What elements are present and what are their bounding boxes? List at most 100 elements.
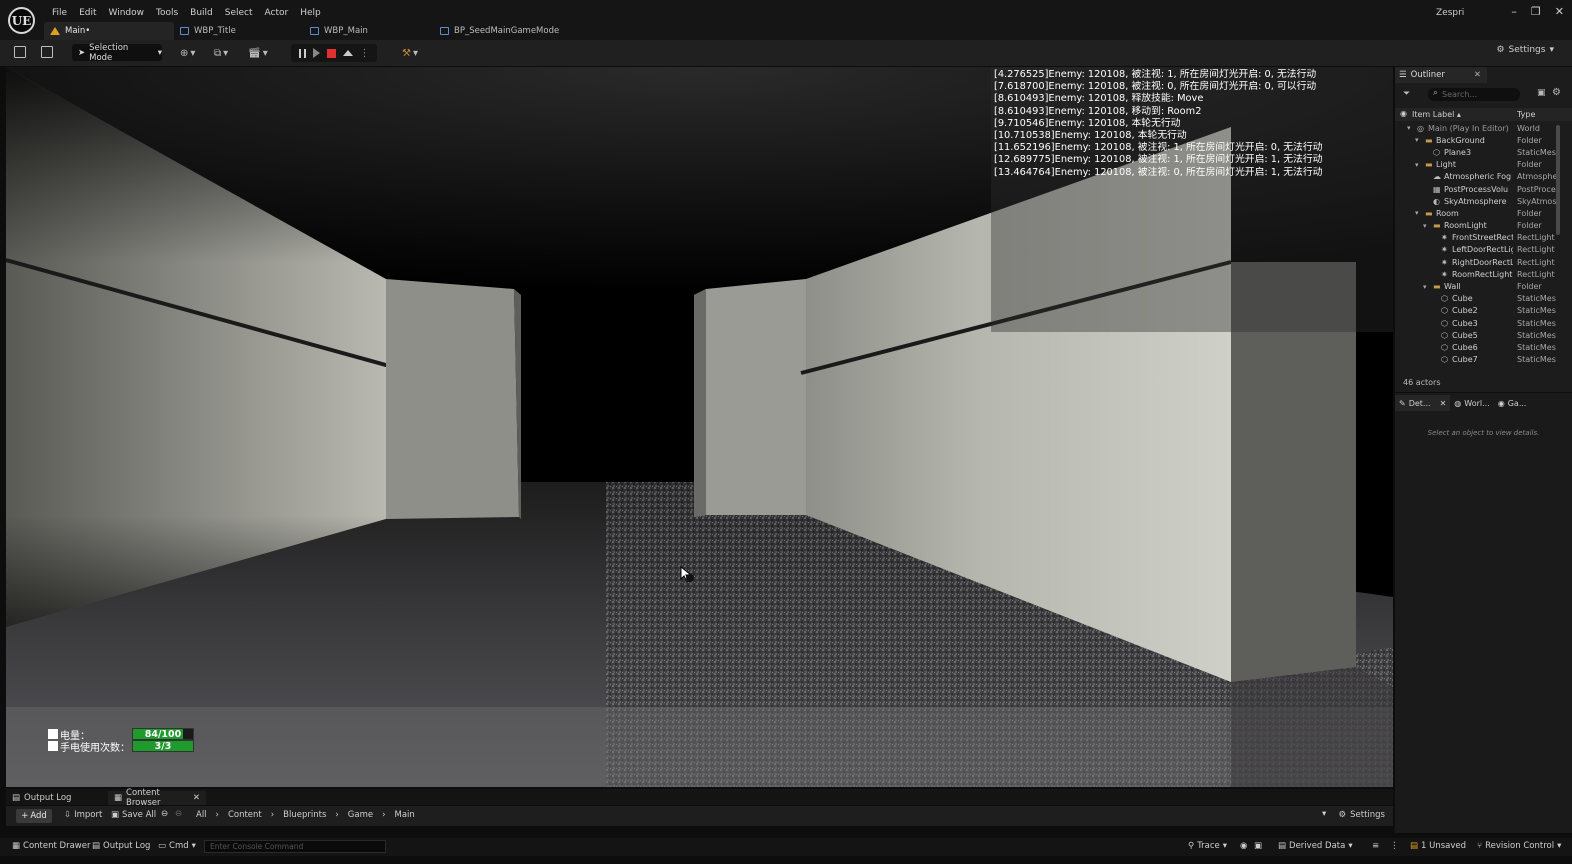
pause-icon[interactable] [298, 48, 306, 58]
menu-help[interactable]: Help [294, 6, 327, 20]
expand-arrow-icon[interactable]: ▾ [1415, 136, 1419, 144]
step-frame-icon[interactable] [312, 48, 320, 58]
outliner-row[interactable]: ▾ ▬ RoomLight Folder [1395, 220, 1572, 232]
tab-wbp-main[interactable]: WBP_Main [304, 22, 434, 40]
add-actor-button[interactable]: ⊕ ▾ [180, 45, 195, 61]
outliner-row[interactable]: ✷ FrontStreetRect RectLight [1395, 232, 1572, 244]
output-log-button[interactable]: ▤ Output Log [92, 841, 150, 851]
add-button[interactable]: + Add [16, 809, 52, 823]
settings-label: Settings [1350, 810, 1385, 820]
outliner-row[interactable]: ▾ ▬ Room Folder [1395, 207, 1572, 219]
outliner-row[interactable]: ⬡ Cube3 StaticMes [1395, 317, 1572, 329]
expand-arrow-icon[interactable]: ▾ [1423, 222, 1427, 230]
outliner-row[interactable]: ▾ ▬ Wall Folder [1395, 280, 1572, 292]
outliner-scrollbar[interactable] [1556, 125, 1560, 235]
expand-arrow-icon[interactable]: ▾ [1415, 209, 1419, 217]
menu-actor[interactable]: Actor [259, 6, 295, 20]
derived-data-button[interactable]: ▤ Derived Data ▾ [1278, 841, 1353, 851]
blueprint-menu-button[interactable]: ⧉ ▾ [214, 45, 228, 61]
eye-icon[interactable]: ◉ [1400, 109, 1407, 118]
outliner-row[interactable]: ▾ ▬ Light Folder [1395, 159, 1572, 171]
outliner-row[interactable]: ▾ ▬ BackGround Folder [1395, 134, 1572, 146]
cinematics-button[interactable]: 🎬︎ ▾ [248, 45, 268, 61]
tab-main[interactable]: Main• [44, 22, 174, 40]
gear-icon[interactable]: ⚙ [1552, 87, 1561, 98]
tab-game[interactable]: ◉ Ga... [1494, 395, 1531, 411]
outliner-row[interactable]: ✷ RoomRectLight RectLight [1395, 268, 1572, 280]
record-icon[interactable]: ◉ [1240, 841, 1247, 851]
tab-details[interactable]: ✎ Det... ✕ [1395, 395, 1451, 411]
tab-output-log[interactable]: ▤ Output Log [12, 791, 71, 805]
tab-bp-seedmaingamemode[interactable]: BP_SeedMainGameMode [434, 22, 604, 40]
outliner-tab[interactable]: ☰ Outliner ✕ [1395, 67, 1487, 83]
history-back-icon[interactable]: ⊖ [161, 809, 168, 819]
close-icon[interactable]: ✕ [1440, 399, 1447, 408]
outliner-search-input[interactable]: Search... [1428, 88, 1520, 101]
breadcrumb-game[interactable]: Game [348, 810, 373, 820]
more-options-icon[interactable]: ⋮ [1390, 841, 1399, 851]
menu-window[interactable]: Window [103, 6, 151, 20]
minimize-button[interactable]: – [1511, 5, 1517, 18]
level-viewport[interactable]: [4.276525]Enemy: 120108, 被注视: 1, 所在房间灯光开… [6, 67, 1393, 787]
filter-icon[interactable]: ⏷ [1403, 89, 1410, 99]
content-drawer-button[interactable]: ▦ Content Drawer [12, 841, 90, 851]
content-browser-settings-button[interactable]: ⚙ Settings [1339, 810, 1386, 820]
console-command-input[interactable]: Enter Console Command [204, 840, 386, 853]
toolbar-settings-button[interactable]: ⚙ Settings ▾ [1496, 45, 1554, 55]
cmd-dropdown[interactable]: ▭ Cmd ▾ [158, 841, 196, 851]
chevron-down-icon[interactable]: ▾ [1322, 809, 1326, 819]
trace-button[interactable]: ⚲ Trace ▾ [1188, 841, 1227, 851]
platforms-button[interactable]: ⚒ ▾ [402, 45, 418, 61]
revision-control-button[interactable]: ⑂ Revision Control ▾ [1477, 841, 1561, 851]
outliner-row[interactable]: ◐ SkyAtmosphere SkyAtmos [1395, 195, 1572, 207]
save-icon[interactable] [14, 46, 26, 58]
expand-arrow-icon[interactable]: ▾ [1407, 124, 1411, 132]
history-forward-icon[interactable]: ⊖ [175, 809, 182, 819]
outliner-row[interactable]: ✷ LeftDoorRectLig RectLight [1395, 244, 1572, 256]
unreal-logo[interactable]: UE [8, 7, 35, 34]
outliner-row[interactable]: ⬡ Cube6 StaticMes [1395, 341, 1572, 353]
add-folder-icon[interactable]: ▣ [1537, 88, 1546, 98]
outliner-row[interactable]: ⬡ Cube StaticMes [1395, 293, 1572, 305]
browse-content-icon[interactable] [41, 46, 53, 58]
main-toolbar: ➤ Selection Mode ▾ ⊕ ▾ ⧉ ▾ 🎬︎ ▾ ⋮ ⚒ ▾ ⚙ Sett… [0, 40, 1572, 66]
more-options-icon[interactable]: ⋮ [360, 48, 370, 59]
maximize-button[interactable]: ❐ [1531, 5, 1541, 18]
expand-arrow-icon[interactable]: ▾ [1415, 161, 1419, 169]
breadcrumb-main[interactable]: Main [395, 810, 415, 820]
eject-icon[interactable] [342, 50, 353, 56]
breadcrumb-all[interactable]: All [196, 810, 207, 820]
outliner-row[interactable]: ⬡ Cube2 StaticMes [1395, 305, 1572, 317]
menu-build[interactable]: Build [184, 6, 219, 20]
selection-mode-dropdown[interactable]: ➤ Selection Mode ▾ [72, 43, 162, 63]
breadcrumb-content[interactable]: Content [228, 810, 262, 820]
menu-tools[interactable]: Tools [150, 6, 184, 20]
import-button[interactable]: ⇩ Import [64, 810, 102, 820]
stop-icon[interactable] [326, 48, 336, 58]
menu-edit[interactable]: Edit [73, 6, 102, 20]
outliner-row[interactable]: ⬡ Cube7 StaticMes [1395, 354, 1572, 366]
close-icon[interactable]: ✕ [1474, 70, 1481, 80]
outliner-item-label: LeftDoorRectLig [1452, 245, 1513, 255]
outliner-row[interactable]: ⬡ Cube5 StaticMes [1395, 329, 1572, 341]
breadcrumb-blueprints[interactable]: Blueprints [283, 810, 326, 820]
camera-icon[interactable]: ▣ [1254, 841, 1262, 851]
save-all-button[interactable]: ▣ Save All [111, 810, 156, 820]
tab-world-settings[interactable]: ◍ Worl... [1450, 395, 1493, 411]
column-type[interactable]: Type [1517, 110, 1535, 119]
outliner-row[interactable]: ▾ ◎ Main (Play In Editor) World [1395, 122, 1572, 134]
tab-wbp-title[interactable]: WBP_Title [174, 22, 304, 40]
outliner-row[interactable]: ⬡ Plane3 StaticMes [1395, 146, 1572, 158]
close-window-button[interactable]: ✕ [1555, 5, 1564, 18]
expand-arrow-icon[interactable]: ▾ [1423, 283, 1427, 291]
close-icon[interactable]: ✕ [193, 793, 200, 803]
outliner-row[interactable]: ☁ Atmospheric Fog Atmosphe [1395, 171, 1572, 183]
column-item-label[interactable]: Item Label ▴ [1412, 110, 1461, 119]
unsaved-button[interactable]: ▤ 1 Unsaved [1410, 841, 1466, 851]
source-control-icon[interactable]: ≡ [1372, 841, 1379, 851]
menu-select[interactable]: Select [219, 6, 259, 20]
tab-content-browser[interactable]: ▦ Content Browser ✕ [108, 788, 206, 808]
menu-file[interactable]: File [46, 6, 73, 20]
outliner-row[interactable]: ▦ PostProcessVolu PostProce [1395, 183, 1572, 195]
outliner-row[interactable]: ✷ RightDoorRectL RectLight [1395, 256, 1572, 268]
